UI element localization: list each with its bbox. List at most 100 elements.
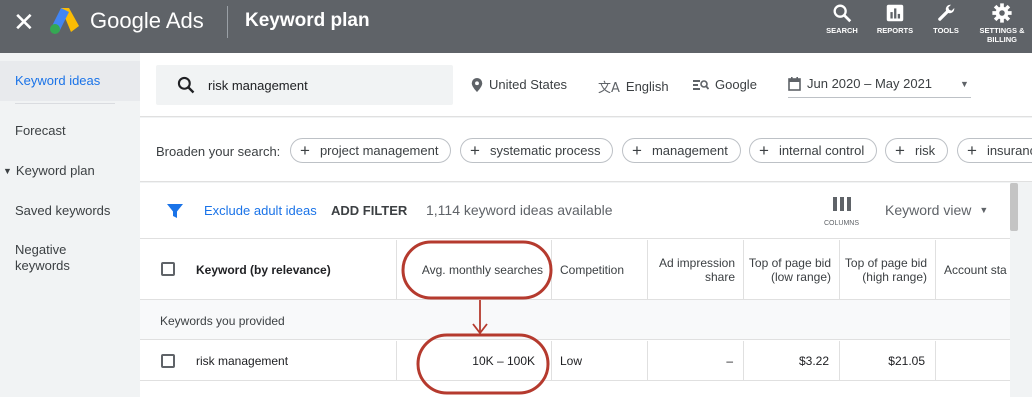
ad-impression-share-cell: –	[647, 341, 743, 381]
reports-icon	[886, 4, 904, 22]
location-label: United States	[489, 77, 568, 92]
chip-label: systematic process	[489, 143, 601, 158]
filter-icon[interactable]	[166, 202, 184, 220]
wrench-icon	[938, 4, 955, 21]
dropdown-arrow-icon: ▼	[979, 205, 989, 215]
settings-tool[interactable]: SETTINGS & BILLING	[976, 2, 1028, 44]
broaden-chip[interactable]: + internal control	[749, 138, 878, 163]
settings-tool-label-2: BILLING	[987, 35, 1017, 44]
keyword-view-dropdown[interactable]: Keyword view ▼	[885, 202, 988, 218]
settings-tool-label-1: SETTINGS &	[979, 26, 1025, 35]
keyword-ideas-count: 1,114 keyword ideas available	[426, 202, 613, 218]
dropdown-arrow-icon: ▼	[960, 78, 969, 89]
reports-tool-label: REPORTS	[876, 26, 914, 35]
plus-icon: +	[895, 141, 905, 160]
group-label: Keywords you provided	[160, 314, 285, 328]
date-range-selector[interactable]: Jun 2020 – May 2021 ▼	[788, 76, 969, 91]
sidebar-item-negative-keywords[interactable]: Negative keywords	[15, 242, 105, 274]
divider	[15, 103, 115, 104]
competition-cell: Low	[551, 341, 647, 381]
caret-down-icon: ▼	[3, 165, 12, 176]
column-header-avg-monthly-searches[interactable]: Avg. monthly searches	[396, 240, 551, 300]
chip-label: risk	[914, 143, 936, 158]
search-icon	[177, 76, 195, 94]
broaden-search-bar: Broaden your search: + project management…	[140, 118, 1032, 182]
sidebar-item-label: Keyword plan	[15, 163, 95, 178]
sidebar-item-keyword-plan[interactable]: ▼ Keyword plan	[3, 163, 95, 178]
select-all-checkbox[interactable]	[161, 262, 175, 276]
column-header-account-status[interactable]: Account sta	[935, 240, 1010, 300]
broaden-chip[interactable]: + management	[622, 138, 741, 163]
broaden-chip[interactable]: + project management	[290, 138, 452, 163]
plus-icon: +	[967, 141, 977, 160]
network-label: Google	[715, 77, 757, 92]
reports-tool[interactable]: REPORTS	[874, 2, 916, 35]
brand-name: Google Ads	[90, 8, 204, 33]
bid-high-cell: $21.05	[839, 341, 935, 381]
table-header: Keyword (by relevance) Avg. monthly sear…	[140, 240, 1010, 300]
top-app-bar: ✕ Google Ads Keyword plan SEARCH REPORTS…	[0, 0, 1032, 53]
table-row[interactable]: risk management 10K – 100K Low – $3.22 $…	[140, 341, 1010, 381]
row-checkbox[interactable]	[161, 354, 175, 368]
chip-label: management	[651, 143, 728, 158]
search-icon	[833, 4, 852, 23]
plus-icon: +	[300, 141, 310, 160]
bid-low-cell: $3.22	[743, 341, 839, 381]
column-header-competition[interactable]: Competition	[551, 240, 647, 300]
language-label: English	[625, 79, 669, 94]
language-selector[interactable]: 文A English	[598, 77, 669, 96]
page-title: Keyword plan	[245, 10, 370, 31]
columns-icon	[832, 197, 851, 211]
broaden-chip[interactable]: + risk	[885, 138, 949, 163]
avg-monthly-searches-cell: 10K – 100K	[396, 341, 551, 381]
add-filter-button[interactable]: ADD FILTER	[331, 203, 407, 218]
broaden-chip[interactable]: + systematic process	[460, 138, 614, 163]
sidebar-item-keyword-ideas[interactable]: Keyword ideas	[0, 61, 140, 101]
chip-label: project management	[319, 143, 439, 158]
calendar-icon	[788, 76, 801, 91]
keyword-search-box[interactable]	[156, 65, 453, 105]
vertical-scrollbar[interactable]	[1010, 183, 1018, 231]
keyword-cell[interactable]: risk management	[196, 341, 396, 381]
chip-label: internal control	[778, 143, 865, 158]
divider	[227, 6, 228, 38]
sidebar-item-label: Keyword ideas	[15, 73, 101, 88]
account-status-cell	[935, 341, 1010, 381]
columns-button[interactable]: COLUMNS	[824, 196, 859, 227]
keyword-group-header: Keywords you provided	[140, 300, 1010, 340]
plus-icon: +	[759, 141, 769, 160]
exclude-adult-ideas-filter[interactable]: Exclude adult ideas	[204, 203, 317, 218]
search-settings-bar: United States 文A English Google Jun 2020…	[140, 53, 1032, 117]
close-button[interactable]: ✕	[13, 10, 35, 36]
search-tool[interactable]: SEARCH	[824, 2, 860, 35]
tools-tool-label: TOOLS	[933, 26, 959, 35]
tools-tool[interactable]: TOOLS	[928, 2, 964, 35]
location-selector[interactable]: United States	[471, 77, 567, 92]
date-range-label: Jun 2020 – May 2021	[807, 76, 933, 91]
broaden-label: Broaden your search:	[156, 144, 281, 159]
chip-label: insuranc	[986, 143, 1032, 158]
sidebar: Keyword ideas Forecast ▼ Keyword plan Sa…	[0, 53, 140, 397]
translate-icon: 文A	[598, 81, 620, 96]
keyword-ideas-panel: Exclude adult ideas ADD FILTER 1,114 key…	[140, 183, 1010, 397]
date-range-underline	[788, 97, 971, 98]
gear-icon	[992, 3, 1012, 23]
network-search-icon	[693, 79, 709, 90]
column-header-keyword[interactable]: Keyword (by relevance)	[196, 240, 396, 300]
filter-bar: Exclude adult ideas ADD FILTER 1,114 key…	[140, 183, 1010, 239]
keyword-view-label: Keyword view	[885, 202, 972, 218]
sidebar-item-forecast[interactable]: Forecast	[15, 123, 66, 138]
location-pin-icon	[471, 77, 483, 92]
search-tool-label: SEARCH	[826, 26, 858, 35]
google-ads-logo	[50, 8, 79, 34]
column-header-bid-high[interactable]: Top of page bid (high range)	[839, 240, 935, 300]
sidebar-item-saved-keywords[interactable]: Saved keywords	[15, 203, 110, 218]
column-header-bid-low[interactable]: Top of page bid (low range)	[743, 240, 839, 300]
search-input[interactable]	[208, 75, 438, 95]
column-header-ad-impression-share[interactable]: Ad impression share	[647, 240, 743, 300]
columns-label: COLUMNS	[824, 220, 860, 227]
broaden-chip[interactable]: + insuranc	[957, 138, 1032, 163]
plus-icon: +	[470, 141, 480, 160]
plus-icon: +	[632, 141, 642, 160]
network-selector[interactable]: Google	[693, 77, 757, 92]
